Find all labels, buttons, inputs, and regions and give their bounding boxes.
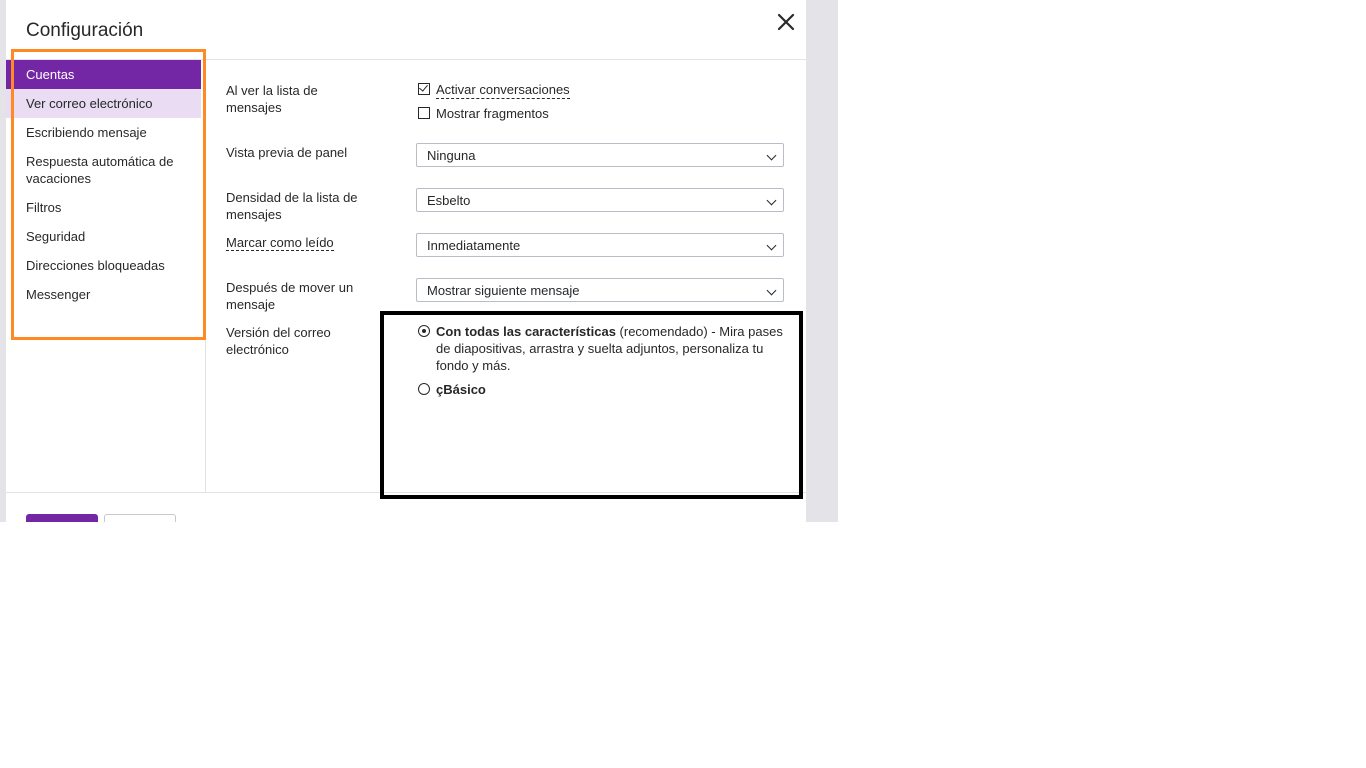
sidebar-item-filtros[interactable]: Filtros <box>6 193 201 222</box>
snippets-checkbox[interactable] <box>418 107 430 119</box>
conversations-checkbox-row[interactable]: Activar conversaciones <box>418 81 570 99</box>
basic-radio-row[interactable]: çBásico <box>418 381 783 398</box>
sidebar-item-messenger[interactable]: Messenger <box>6 280 201 309</box>
preview-pane-value: Ninguna <box>427 148 476 163</box>
mail-version-label: Versión del correo electrónico <box>226 325 331 357</box>
cancel-button[interactable] <box>104 514 176 522</box>
snippets-label: Mostrar fragmentos <box>436 106 549 121</box>
sidebar-item-escribiendo-mensaje[interactable]: Escribiendo mensaje <box>6 118 201 147</box>
after-move-label: Después de mover un mensaje <box>226 280 354 312</box>
mark-read-value: Inmediatamente <box>427 238 521 253</box>
chevron-down-icon <box>766 285 777 296</box>
chevron-down-icon <box>766 150 777 161</box>
snippets-checkbox-row[interactable]: Mostrar fragmentos <box>418 105 549 122</box>
sidebar-item-cuentas[interactable]: Cuentas <box>6 60 201 89</box>
footer-divider <box>6 492 806 493</box>
basic-radio[interactable] <box>418 383 430 395</box>
chevron-down-icon <box>766 240 777 251</box>
density-value: Esbelto <box>427 193 471 208</box>
full-featured-radio[interactable] <box>418 325 430 337</box>
sidebar-item-direcciones-bloqueadas[interactable]: Direcciones bloqueadas <box>6 251 201 280</box>
full-featured-radio-row[interactable]: Con todas las características (recomenda… <box>418 323 783 374</box>
full-featured-title: Con todas las características <box>436 324 616 339</box>
settings-sidebar: Cuentas Ver correo electrónico Escribien… <box>6 60 201 309</box>
message-list-label: Al ver la lista de mensajes <box>226 83 318 115</box>
close-button[interactable] <box>774 10 798 34</box>
close-icon <box>777 13 795 31</box>
conversations-label: Activar conversaciones <box>436 82 570 99</box>
full-featured-text: Con todas las características (recomenda… <box>436 323 783 374</box>
settings-dialog: Configuración Cuentas Ver correo electró… <box>6 0 806 522</box>
dialog-title: Configuración <box>26 20 144 41</box>
mark-read-label: Marcar como leído <box>226 234 376 251</box>
after-move-select[interactable]: Mostrar siguiente mensaje <box>416 278 784 302</box>
density-select[interactable]: Esbelto <box>416 188 784 212</box>
sidebar-item-seguridad[interactable]: Seguridad <box>6 222 201 251</box>
sidebar-item-respuesta-automatica[interactable]: Respuesta automática de vacaciones <box>6 147 201 193</box>
mark-read-label-text: Marcar como leído <box>226 235 334 251</box>
conversations-checkbox[interactable] <box>418 83 430 95</box>
density-label: Densidad de la lista de mensajes <box>226 190 358 222</box>
sidebar-item-ver-correo[interactable]: Ver correo electrónico <box>6 89 201 118</box>
after-move-value: Mostrar siguiente mensaje <box>427 283 580 298</box>
sidebar-divider <box>205 60 206 493</box>
chevron-down-icon <box>766 195 777 206</box>
preview-pane-select[interactable]: Ninguna <box>416 143 784 167</box>
mark-read-select[interactable]: Inmediatamente <box>416 233 784 257</box>
basic-text: çBásico <box>436 381 486 398</box>
save-button[interactable] <box>26 514 98 522</box>
preview-pane-label: Vista previa de panel <box>226 145 348 160</box>
basic-title: çBásico <box>436 382 486 397</box>
